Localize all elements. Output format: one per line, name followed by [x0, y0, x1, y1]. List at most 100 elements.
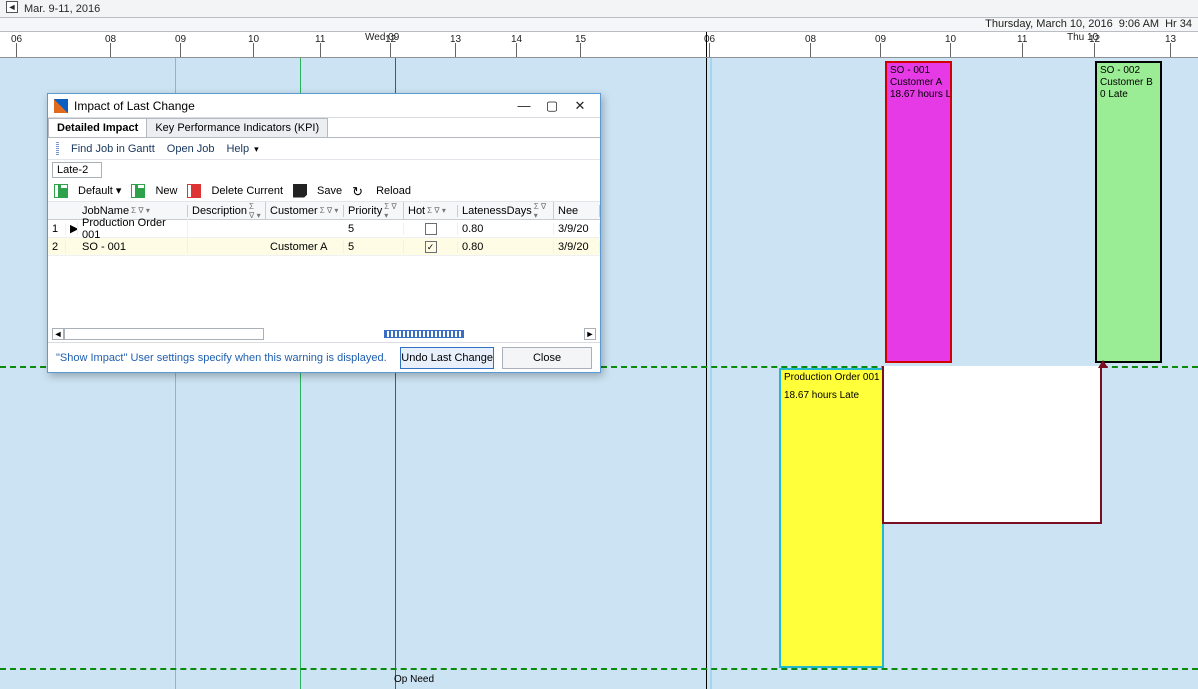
ruler-tick-label: 15 [575, 34, 586, 45]
reload-view-button[interactable]: Reload [376, 185, 411, 197]
top-toolbar: ◄ Mar. 9-11, 2016 [0, 0, 1198, 18]
ruler-tick [580, 43, 581, 57]
col-priority[interactable]: PriorityΣ ∇ ▾ [344, 202, 404, 220]
delete-icon [187, 184, 201, 198]
grid-icon [131, 184, 145, 198]
save-view-button[interactable]: Save [317, 185, 342, 197]
col-hot[interactable]: HotΣ ∇ ▾ [404, 205, 458, 217]
ruler-tick-label: 13 [450, 34, 461, 45]
ruler-tick [1022, 43, 1023, 57]
ruler-tick [880, 43, 881, 57]
demand-label: Op Need [394, 674, 434, 685]
hot-checkbox[interactable] [425, 223, 437, 235]
ruler-tick-label: 10 [248, 34, 259, 45]
minimize-button[interactable]: — [510, 98, 538, 113]
scroll-right-icon[interactable]: ► [584, 328, 596, 340]
table-row[interactable]: 2SO - 001Customer A5✓0.803/9/20 [48, 238, 600, 256]
bar-text: 0 Late [1100, 89, 1157, 101]
ruler-tick [810, 43, 811, 57]
dialog-tabs: Detailed Impact Key Performance Indicato… [48, 118, 600, 138]
ruler-tick-label: 12 [1089, 34, 1100, 45]
current-time: 9:06 AM [1119, 18, 1159, 31]
ruler-tick-label: 12 [385, 34, 396, 45]
col-lateness[interactable]: LatenessDaysΣ ∇ ▾ [458, 202, 554, 220]
dialog-titlebar[interactable]: Impact of Last Change — ▢ ✕ [48, 94, 600, 118]
ruler-tick [1170, 43, 1171, 57]
ruler-tick [16, 43, 17, 57]
find-job-link[interactable]: Find Job in Gantt [71, 143, 155, 155]
tab-kpi[interactable]: Key Performance Indicators (KPI) [146, 118, 328, 137]
bar-text: SO - 001 [890, 65, 947, 77]
row-separator [0, 668, 1198, 670]
impact-dialog: Impact of Last Change — ▢ ✕ Detailed Imp… [47, 93, 601, 373]
tab-detailed-impact[interactable]: Detailed Impact [48, 118, 147, 137]
impact-grid: JobNameΣ ∇ ▾ DescriptionΣ ∇ ▾ CustomerΣ … [48, 202, 600, 342]
close-button[interactable]: Close [502, 347, 592, 369]
ruler-tick [253, 43, 254, 57]
ruler-tick [950, 43, 951, 57]
bar-text: Customer B [1100, 77, 1157, 89]
ruler-day-divider [706, 32, 707, 57]
chevron-down-icon[interactable]: ▾ [254, 144, 259, 154]
hour-index: Hr 34 [1165, 18, 1192, 31]
col-customer[interactable]: CustomerΣ ∇ ▾ [266, 205, 344, 217]
col-need[interactable]: Nee [554, 205, 600, 217]
gantt-bar-so2[interactable]: SO - 002 Customer B 0 Late [1095, 61, 1162, 363]
info-bar: Thursday, March 10, 2016 9:06 AM Hr 34 [0, 18, 1198, 32]
ruler-tick-label: 11 [1017, 34, 1027, 45]
ruler-tick [390, 43, 391, 57]
ruler-tick-label: 10 [945, 34, 956, 45]
ruler-tick-label: 09 [875, 34, 886, 45]
ruler-tick-label: 08 [105, 34, 116, 45]
ruler-tick-label: 13 [1165, 34, 1176, 45]
ruler-tick [110, 43, 111, 57]
scroll-left-icon[interactable]: ◄ [52, 328, 64, 340]
current-date: Thursday, March 10, 2016 [985, 18, 1113, 31]
time-ruler: Wed 09Thu 100608091011121314150608091011… [0, 32, 1198, 58]
splitter-handle[interactable] [384, 330, 464, 338]
dialog-footer: "Show Impact" User settings specify when… [48, 342, 600, 372]
prev-day-button[interactable]: ◄ [6, 1, 18, 13]
reload-icon [352, 184, 366, 198]
help-link[interactable]: Help [226, 143, 249, 155]
link-line [882, 366, 1102, 524]
close-icon[interactable]: ✕ [566, 98, 594, 114]
ruler-tick-label: 14 [511, 34, 522, 45]
day-divider [706, 58, 707, 689]
footer-hint: "Show Impact" User settings specify when… [56, 352, 392, 364]
bar-text: 18.67 hours Late [784, 390, 879, 402]
col-description[interactable]: DescriptionΣ ∇ ▾ [188, 202, 266, 220]
app-icon [54, 99, 68, 113]
chevron-down-icon[interactable]: ▾ [116, 185, 122, 197]
gantt-bar-po[interactable]: Production Order 001 18.67 hours Late [779, 368, 884, 668]
ruler-tick-label: 06 [11, 34, 22, 45]
bar-text: Production Order 001 [784, 372, 879, 384]
default-view-button[interactable]: Default ▾ [78, 184, 121, 197]
bar-text: Customer A [890, 77, 947, 89]
link-arrow-icon [1098, 360, 1108, 368]
undo-last-change-button[interactable]: Undo Last Change [400, 347, 494, 369]
save-icon [293, 184, 307, 198]
late-filter-tab[interactable]: Late-2 [52, 162, 102, 178]
new-view-button[interactable]: New [155, 185, 177, 197]
ruler-tick [1094, 43, 1095, 57]
ruler-tick [516, 43, 517, 57]
table-row[interactable]: 1▶Production Order 00150.803/9/20 [48, 220, 600, 238]
ruler-tick-label: 11 [315, 34, 325, 45]
col-jobname[interactable]: JobNameΣ ∇ ▾ [78, 205, 188, 217]
gantt-bar-so1[interactable]: SO - 001 Customer A 18.67 hours L [885, 61, 952, 363]
delete-view-button[interactable]: Delete Current [211, 185, 283, 197]
open-job-link[interactable]: Open Job [167, 143, 215, 155]
ruler-tick-label: 09 [175, 34, 186, 45]
ruler-tick [320, 43, 321, 57]
bar-text: SO - 002 [1100, 65, 1157, 77]
grid-icon [54, 184, 68, 198]
toolbar-grip[interactable] [56, 142, 59, 156]
ruler-tick [709, 43, 710, 57]
dialog-title: Impact of Last Change [74, 99, 195, 113]
hot-checkbox[interactable]: ✓ [425, 241, 437, 253]
maximize-button[interactable]: ▢ [538, 98, 566, 114]
command-bar: Find Job in Gantt Open Job Help ▾ [48, 138, 600, 160]
grid-scrollbar[interactable]: ◄ ► [48, 326, 600, 342]
ruler-tick-label: 08 [805, 34, 816, 45]
